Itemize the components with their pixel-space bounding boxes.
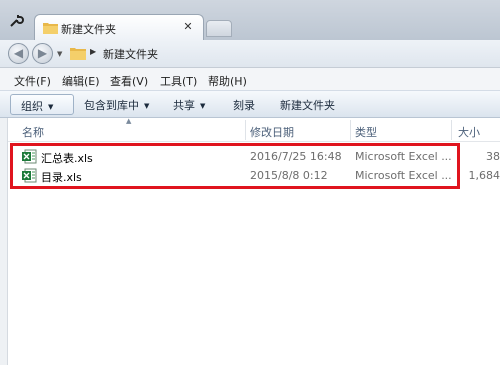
- tab-label: 新建文件夹: [61, 23, 116, 36]
- menu-bar: 文件(F) 编辑(E) 查看(V) 工具(T) 帮助(H): [0, 68, 500, 90]
- column-divider[interactable]: [350, 120, 351, 140]
- address-bar: ◀ ▶ ▼ ▶ 新建文件夹: [0, 40, 500, 68]
- menu-tools[interactable]: 工具(T): [160, 73, 197, 89]
- include-library-button[interactable]: 包含到库中 ▼: [84, 97, 149, 113]
- column-type[interactable]: 类型: [355, 124, 377, 140]
- include-library-label: 包含到库中: [84, 99, 139, 112]
- title-bar: 新建文件夹 ✕: [0, 0, 500, 40]
- new-tab-button[interactable]: [206, 20, 232, 37]
- organize-label: 组织: [21, 100, 43, 113]
- column-name[interactable]: 名称: [22, 124, 44, 140]
- highlight-annotation: [10, 143, 460, 189]
- organize-button[interactable]: 组织 ▼: [10, 94, 74, 115]
- chevron-down-icon: ▼: [48, 103, 54, 111]
- menu-view[interactable]: 查看(V): [110, 73, 148, 89]
- chevron-down-icon: ▼: [144, 102, 150, 110]
- folder-icon: [43, 21, 58, 37]
- column-divider[interactable]: [245, 120, 246, 140]
- new-folder-button[interactable]: 新建文件夹: [280, 97, 335, 113]
- chevron-down-icon: ▼: [200, 102, 206, 110]
- menu-edit[interactable]: 编辑(E): [62, 73, 100, 89]
- folder-icon: [70, 46, 86, 63]
- menu-file[interactable]: 文件(F): [14, 73, 51, 89]
- burn-button[interactable]: 刻录: [233, 97, 255, 113]
- menu-help[interactable]: 帮助(H): [208, 73, 247, 89]
- command-bar: 组织 ▼ 包含到库中 ▼ 共享 ▼ 刻录 新建文件夹: [0, 90, 500, 118]
- chevron-right-icon[interactable]: ▶: [90, 47, 96, 56]
- column-size[interactable]: 大小: [458, 124, 480, 140]
- navigation-pane-edge: [0, 118, 8, 365]
- close-tab-icon[interactable]: ✕: [181, 20, 195, 34]
- forward-button[interactable]: ▶: [32, 43, 53, 64]
- sort-ascending-icon: ▲: [126, 117, 132, 125]
- column-header: ▲ 名称 修改日期 类型 大小: [8, 117, 500, 142]
- share-label: 共享: [173, 99, 195, 112]
- column-modified[interactable]: 修改日期: [250, 124, 294, 140]
- history-dropdown-icon[interactable]: ▼: [57, 50, 62, 58]
- tab-folder[interactable]: 新建文件夹 ✕: [34, 14, 204, 40]
- share-button[interactable]: 共享 ▼: [173, 97, 205, 113]
- wrench-icon[interactable]: [8, 13, 24, 29]
- back-button[interactable]: ◀: [8, 43, 29, 64]
- column-divider[interactable]: [451, 120, 452, 140]
- address-path[interactable]: 新建文件夹: [103, 46, 158, 62]
